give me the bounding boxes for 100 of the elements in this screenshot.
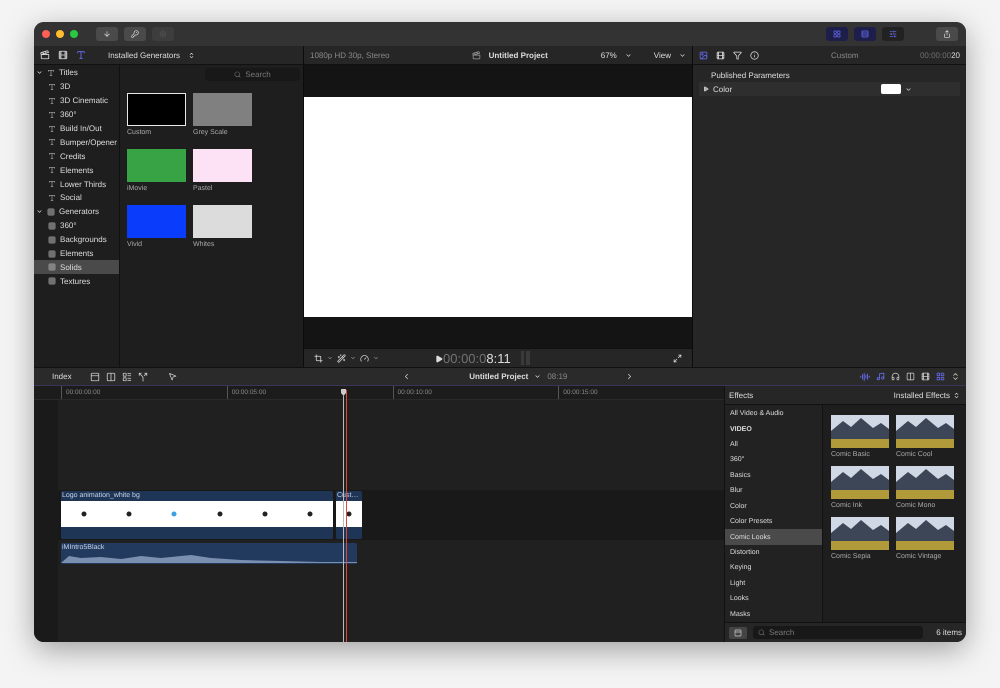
titles-generators-icon[interactable] bbox=[76, 50, 86, 60]
index-button[interactable]: Index bbox=[40, 372, 84, 381]
filter-icon[interactable] bbox=[733, 50, 742, 60]
wand-icon[interactable] bbox=[337, 354, 346, 362]
toolbar-button[interactable] bbox=[96, 27, 118, 41]
timecode: 8:11 bbox=[486, 350, 511, 366]
clapperboard-icon[interactable] bbox=[40, 50, 50, 60]
fullscreen-icon[interactable] bbox=[673, 354, 682, 362]
sidebar-toggle-button[interactable] bbox=[729, 626, 747, 638]
window-minimize-button[interactable] bbox=[56, 30, 64, 38]
key-icon[interactable] bbox=[131, 30, 139, 38]
crop-icon[interactable] bbox=[314, 354, 323, 362]
browser-source[interactable]: Installed Generators bbox=[108, 50, 180, 60]
item-count: 6 items bbox=[936, 628, 962, 637]
inspector-toggle-button[interactable] bbox=[882, 27, 904, 41]
category-icon bbox=[48, 250, 56, 258]
library-item[interactable]: Elements bbox=[34, 163, 119, 178]
headphones-icon[interactable] bbox=[891, 372, 900, 381]
updown-icon[interactable] bbox=[953, 392, 960, 398]
generator-swatch[interactable] bbox=[193, 205, 252, 238]
view-menu[interactable]: View bbox=[654, 50, 671, 60]
frame-thumbnail-icon bbox=[307, 511, 314, 517]
grid-icon[interactable] bbox=[936, 372, 946, 381]
sliders-icon[interactable] bbox=[889, 30, 897, 38]
category-icon bbox=[48, 194, 56, 202]
layout-toggle-button[interactable] bbox=[854, 27, 876, 41]
generator-swatch[interactable] bbox=[127, 205, 186, 238]
disclosure-icon[interactable] bbox=[36, 208, 43, 216]
rows-icon[interactable] bbox=[861, 30, 869, 38]
library-item[interactable]: Textures bbox=[34, 274, 119, 288]
generator-inspector-icon[interactable] bbox=[699, 50, 708, 60]
time-value: 20 bbox=[951, 50, 960, 60]
library-item[interactable]: Credits bbox=[34, 149, 119, 164]
panel-icon[interactable] bbox=[90, 372, 100, 382]
list-icon[interactable] bbox=[122, 372, 132, 382]
updown-icon[interactable] bbox=[951, 372, 960, 381]
library-item[interactable]: Lower Thirds bbox=[34, 177, 119, 192]
zoom-menu[interactable]: 67% bbox=[600, 50, 617, 60]
generator-swatch[interactable] bbox=[193, 149, 252, 182]
category-icon bbox=[48, 124, 56, 132]
columns-icon[interactable] bbox=[106, 372, 116, 382]
chevron-icon[interactable] bbox=[534, 373, 542, 380]
chevron-icon[interactable] bbox=[624, 52, 632, 58]
category-icon bbox=[48, 138, 56, 146]
library-item[interactable]: 3D bbox=[34, 80, 119, 94]
landscape-thumbnail bbox=[896, 466, 954, 499]
category-icon bbox=[48, 263, 56, 272]
film-icon[interactable] bbox=[716, 50, 725, 60]
film-icon[interactable] bbox=[58, 50, 68, 60]
waveform-icon[interactable] bbox=[860, 372, 870, 382]
speed-icon[interactable] bbox=[360, 354, 369, 362]
music-note-icon[interactable] bbox=[876, 372, 886, 381]
play-icon[interactable] bbox=[435, 354, 443, 362]
layout-toggle-button[interactable] bbox=[826, 27, 848, 41]
library-item[interactable]: Social bbox=[34, 191, 119, 205]
share-button[interactable] bbox=[936, 27, 958, 41]
library-item[interactable]: Backgrounds bbox=[34, 232, 119, 247]
library-item[interactable]: Titles bbox=[34, 66, 119, 80]
chevron-icon[interactable] bbox=[679, 52, 686, 58]
pointer-icon[interactable] bbox=[168, 372, 177, 381]
toolbar-button[interactable] bbox=[124, 27, 146, 41]
disclosure-icon[interactable] bbox=[703, 86, 709, 92]
download-arrow-icon[interactable] bbox=[103, 30, 111, 38]
share-icon[interactable] bbox=[943, 30, 951, 38]
split-icon[interactable] bbox=[138, 372, 148, 382]
effects-source[interactable]: Installed Effects bbox=[894, 390, 950, 400]
grid-icon[interactable] bbox=[833, 30, 841, 38]
window-zoom-button[interactable] bbox=[70, 30, 78, 38]
search-field[interactable]: Search bbox=[753, 626, 923, 639]
search-field[interactable]: Search bbox=[205, 68, 300, 81]
disclosure-icon[interactable] bbox=[36, 69, 43, 76]
library-item[interactable]: Bumper/Opener bbox=[34, 135, 119, 150]
timeline-project[interactable]: Untitled Project bbox=[469, 372, 528, 381]
library-item[interactable]: 360° bbox=[34, 108, 119, 122]
library-item[interactable]: Generators bbox=[34, 204, 119, 219]
category-icon bbox=[48, 82, 56, 91]
category-icon bbox=[48, 166, 56, 174]
film-icon[interactable] bbox=[921, 372, 930, 381]
category-icon bbox=[48, 110, 56, 119]
library-item[interactable]: Elements bbox=[34, 246, 119, 260]
parameter-row[interactable]: Color bbox=[699, 82, 960, 96]
category-icon bbox=[48, 180, 56, 188]
color-well[interactable] bbox=[881, 84, 901, 94]
library-item[interactable]: 3D Cinematic bbox=[34, 94, 119, 108]
columns-icon[interactable] bbox=[906, 372, 916, 381]
library-item[interactable]: 360° bbox=[34, 218, 119, 233]
library-item[interactable]: Build In/Out bbox=[34, 122, 119, 136]
search-icon bbox=[234, 71, 242, 78]
window-close-button[interactable] bbox=[42, 30, 50, 38]
updown-icon[interactable] bbox=[188, 52, 196, 58]
chevron-icon[interactable] bbox=[905, 86, 912, 92]
generator-swatch[interactable] bbox=[193, 93, 252, 126]
category-icon bbox=[48, 222, 56, 230]
generator-swatch[interactable] bbox=[127, 93, 186, 126]
panel-icon[interactable] bbox=[734, 628, 742, 636]
category-icon bbox=[48, 236, 56, 244]
landscape-thumbnail bbox=[831, 466, 889, 499]
library-item[interactable]: Solids bbox=[34, 260, 119, 274]
info-icon[interactable] bbox=[750, 50, 759, 60]
generator-swatch[interactable] bbox=[127, 149, 186, 182]
